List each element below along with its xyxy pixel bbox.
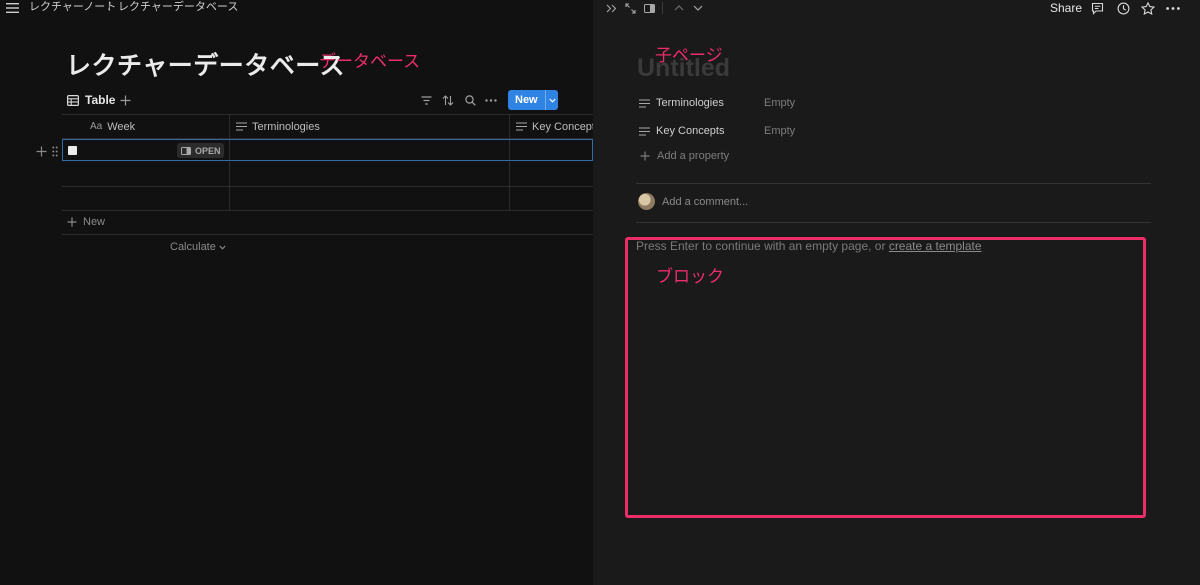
annotation-block: ブロック bbox=[656, 267, 724, 286]
add-property-label: Add a property bbox=[657, 150, 730, 162]
toolbar-divider bbox=[662, 2, 663, 14]
table-row[interactable] bbox=[62, 139, 593, 161]
drag-handle-icon[interactable] bbox=[47, 143, 63, 159]
plus-icon bbox=[67, 217, 77, 227]
peek-mode-icon[interactable] bbox=[641, 0, 657, 16]
share-button[interactable]: Share bbox=[1050, 1, 1082, 15]
table-row-border bbox=[62, 186, 593, 187]
history-icon[interactable] bbox=[1115, 0, 1131, 16]
sort-icon[interactable] bbox=[440, 92, 456, 108]
column-header-label: Key Concepts bbox=[532, 120, 601, 133]
text-lines-icon bbox=[236, 122, 247, 131]
open-page-button[interactable]: OPEN bbox=[177, 143, 224, 158]
breadcrumb-separator: / bbox=[108, 1, 112, 13]
property-label: Terminologies bbox=[656, 97, 724, 109]
comment-input[interactable]: Add a comment... bbox=[638, 193, 748, 210]
table-top-border bbox=[62, 114, 593, 115]
table-icon bbox=[67, 94, 79, 106]
column-header-week[interactable]: Aa Week bbox=[90, 115, 135, 138]
property-row-terminologies[interactable]: Terminologies Empty bbox=[639, 93, 795, 113]
add-property-button[interactable]: Add a property bbox=[640, 150, 729, 162]
close-peek-icon[interactable] bbox=[603, 0, 619, 16]
annotation-database: データベース bbox=[319, 52, 421, 71]
chevron-down-icon[interactable] bbox=[545, 90, 558, 110]
property-name[interactable]: Terminologies bbox=[639, 97, 764, 109]
table-row-border bbox=[62, 210, 593, 211]
side-peek-icon bbox=[181, 146, 191, 155]
calculate-label: Calculate bbox=[170, 241, 216, 253]
column-header-terminologies[interactable]: Terminologies bbox=[236, 115, 320, 138]
chevron-down-icon bbox=[219, 245, 226, 250]
table-footer-border bbox=[62, 234, 593, 235]
text-lines-icon bbox=[516, 122, 527, 131]
property-label: Key Concepts bbox=[656, 125, 725, 137]
open-label: OPEN bbox=[195, 145, 221, 156]
plus-icon bbox=[640, 151, 650, 161]
column-header-key-concepts[interactable]: Key Concepts bbox=[516, 115, 600, 138]
database-title[interactable]: レクチャーデータベース bbox=[66, 51, 345, 81]
text-lines-icon bbox=[639, 126, 650, 136]
expand-icon[interactable] bbox=[622, 0, 638, 16]
add-view-icon[interactable] bbox=[117, 92, 133, 108]
avatar bbox=[638, 193, 655, 210]
property-row-key-concepts[interactable]: Key Concepts Empty bbox=[639, 121, 795, 141]
tab-table-label: Table bbox=[85, 93, 116, 107]
text-lines-icon bbox=[639, 98, 650, 108]
new-record-button[interactable]: New bbox=[508, 90, 558, 110]
row-checkbox[interactable] bbox=[68, 146, 77, 155]
column-divider bbox=[509, 115, 510, 210]
comments-icon[interactable] bbox=[1089, 0, 1105, 16]
add-new-row-button[interactable]: New bbox=[67, 216, 105, 228]
divider bbox=[636, 222, 1151, 223]
filter-icon[interactable] bbox=[418, 92, 434, 108]
add-new-label: New bbox=[83, 216, 106, 228]
annotation-child-page: 子ページ bbox=[655, 46, 723, 65]
breadcrumb-item-lecture-notes[interactable]: レクチャーノート bbox=[29, 0, 116, 14]
new-button-label: New bbox=[515, 94, 538, 106]
chevron-down-icon[interactable] bbox=[690, 0, 706, 16]
search-icon[interactable] bbox=[462, 92, 478, 108]
divider bbox=[636, 183, 1151, 184]
property-value[interactable]: Empty bbox=[764, 125, 795, 137]
property-value[interactable]: Empty bbox=[764, 97, 795, 109]
favorite-star-icon[interactable] bbox=[1140, 0, 1156, 16]
chevron-up-icon[interactable] bbox=[671, 0, 687, 16]
property-name[interactable]: Key Concepts bbox=[639, 125, 764, 137]
column-divider bbox=[229, 115, 230, 210]
title-property-icon: Aa bbox=[90, 121, 103, 132]
column-header-label: Week bbox=[107, 120, 136, 133]
column-header-label: Terminologies bbox=[252, 120, 320, 133]
tab-table-view[interactable]: Table bbox=[67, 91, 115, 109]
more-options-icon[interactable] bbox=[483, 92, 499, 108]
menu-icon[interactable] bbox=[6, 2, 20, 14]
comment-placeholder: Add a comment... bbox=[662, 195, 749, 208]
more-options-icon[interactable] bbox=[1165, 0, 1181, 16]
calculate-dropdown[interactable]: Calculate bbox=[170, 241, 226, 253]
breadcrumb-item-lecture-database[interactable]: レクチャーデータベース bbox=[118, 0, 238, 14]
